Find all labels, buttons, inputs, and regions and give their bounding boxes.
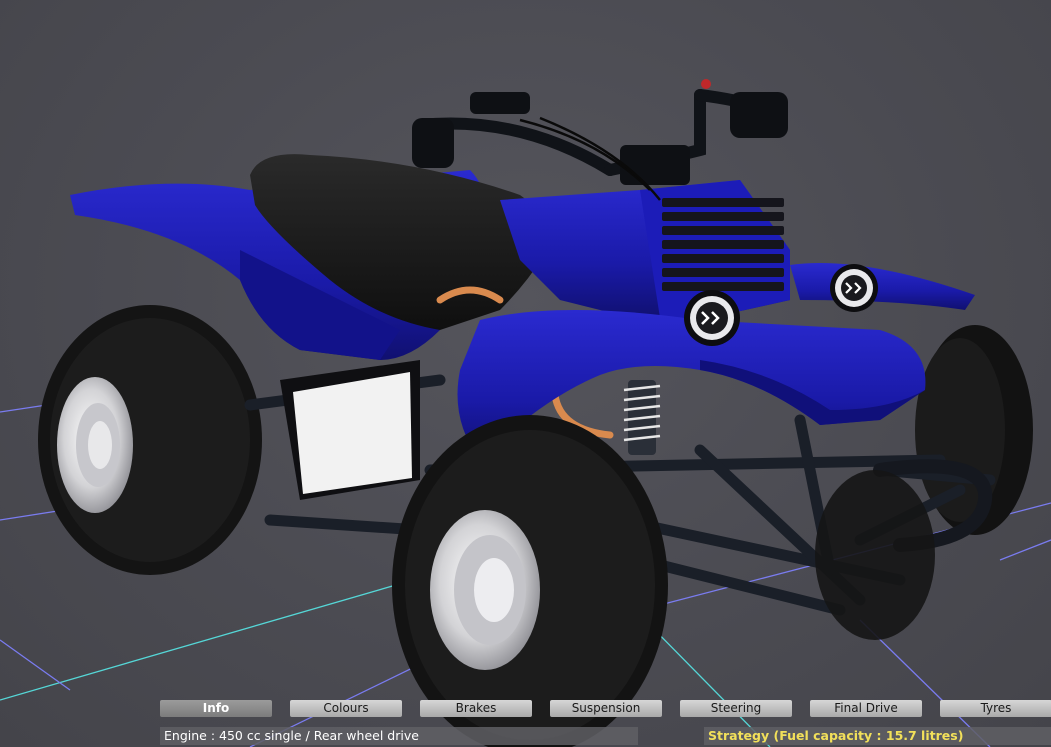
atv-quad-bike-model[interactable]	[0, 0, 1051, 747]
front-shock-absorber	[623, 380, 661, 455]
front-body	[500, 180, 790, 320]
headlight-left-icon	[684, 290, 740, 346]
front-left-tyre	[392, 415, 668, 747]
rear-plate	[280, 360, 420, 500]
front-right-fender	[790, 263, 975, 310]
tab-final-drive[interactable]: Final Drive	[810, 700, 922, 717]
3d-viewport[interactable]: Info Colours Brakes Suspension Steering …	[0, 0, 1051, 747]
engine-info-text: Engine : 450 cc single / Rear wheel driv…	[160, 727, 638, 745]
strategy-fuel-capacity-button[interactable]: Strategy (Fuel capacity : 15.7 litres)	[704, 727, 1051, 745]
tab-suspension[interactable]: Suspension	[550, 700, 662, 717]
tab-info[interactable]: Info	[160, 700, 272, 717]
front-right-tyre	[815, 470, 935, 640]
kill-switch-icon	[701, 79, 711, 89]
rear-left-tyre	[38, 305, 262, 575]
tab-colours[interactable]: Colours	[290, 700, 402, 717]
headlight-right-icon	[830, 264, 878, 312]
tab-steering[interactable]: Steering	[680, 700, 792, 717]
tab-brakes[interactable]: Brakes	[420, 700, 532, 717]
tab-tyres[interactable]: Tyres	[940, 700, 1051, 717]
